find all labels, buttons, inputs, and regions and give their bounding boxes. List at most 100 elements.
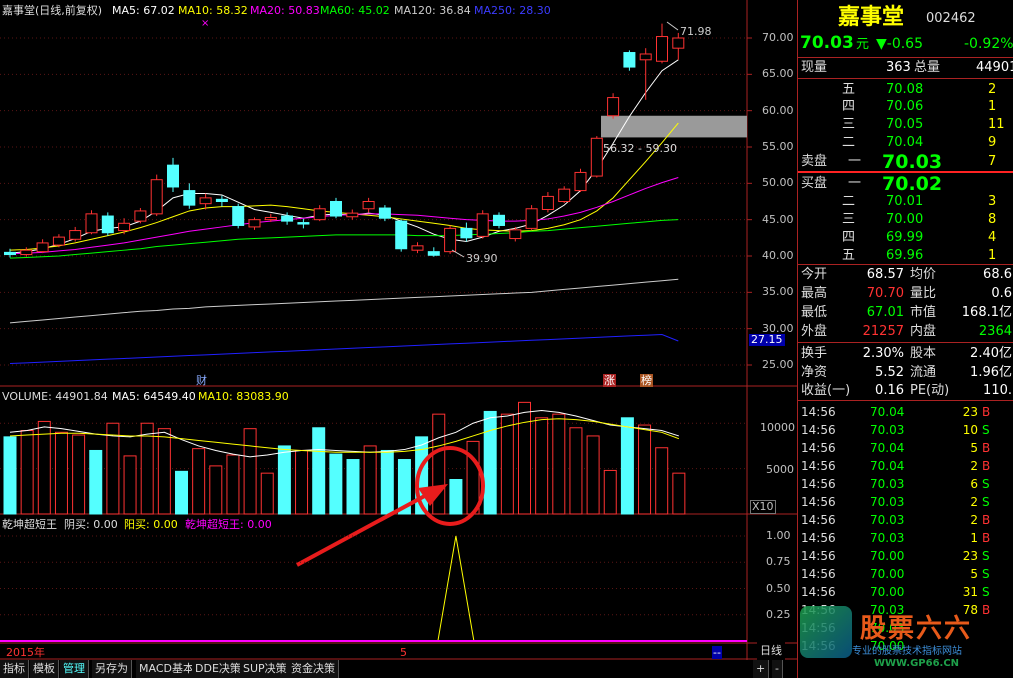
candle-body [134, 210, 147, 222]
buy-level[interactable]: 一 买盘 70.02 [798, 173, 1013, 195]
high-annotation: 71.98 [680, 25, 712, 38]
buy-level[interactable]: 二 70.01 3 [798, 193, 1013, 211]
tick-side: B [982, 405, 991, 419]
sell-level-level: 一 [848, 154, 862, 169]
price-axis-label: 65.00 [762, 67, 794, 81]
buy-level-label: 五 [842, 248, 856, 263]
tab-3[interactable]: 管理 [60, 660, 89, 678]
stat-label: 净资 [801, 364, 828, 380]
tick-price: 70.04 [870, 459, 905, 473]
stat-value: 110. [983, 383, 1012, 398]
buy-level-volume: 8 [988, 212, 997, 227]
candle-body [476, 213, 489, 237]
volume-unit: X10 [750, 500, 776, 514]
tick-volume: 10 [962, 423, 978, 437]
volume-bar [277, 445, 291, 515]
indicator-yang: 阳买: 0.00 [124, 518, 178, 531]
zhang-marker[interactable]: 涨 [603, 374, 616, 387]
stat-value: 2364 [978, 324, 1012, 339]
bang-marker[interactable]: 榜 [640, 374, 653, 387]
tab-7[interactable]: SUP决策 [240, 660, 291, 678]
buy-level-label: 四 [842, 230, 856, 245]
tick-row: 14:56 70.00 5 S [798, 565, 1013, 583]
candle-body [607, 97, 620, 117]
zoom-in-button[interactable]: + [753, 660, 770, 678]
indicator-value: 乾坤超短王: 0.00 [185, 518, 272, 531]
watermark-logo-icon [800, 606, 852, 658]
stat-label: 最低 [801, 305, 828, 320]
candle-body [167, 164, 179, 188]
candle-body [411, 245, 424, 251]
sell-level-label: 五 [842, 82, 856, 97]
tick-side: B [982, 459, 991, 473]
buy-level-level: 一 [848, 176, 862, 191]
indicator-yin: 阴买: 0.00 [64, 518, 118, 531]
tab-6[interactable]: DDE决策 [192, 660, 245, 678]
buy-level-label: 买盘 [801, 176, 828, 191]
sell-level[interactable]: 一 卖盘 70.03 7 [798, 153, 1013, 172]
buy-level[interactable]: 三 70.00 8 [798, 211, 1013, 229]
sell-level-volume: 1 [988, 99, 997, 114]
stock-price: 70.03 [800, 33, 854, 53]
indicator-axis-label: 0.75 [766, 555, 791, 569]
candle-body [558, 188, 571, 203]
tick-volume: 23 [962, 549, 978, 563]
chart-title: 嘉事堂(日线,前复权) [2, 4, 103, 17]
zoom-out-button[interactable]: - [772, 660, 783, 678]
tick-time: 14:56 [801, 477, 836, 491]
time-axis-marker[interactable]: -- [712, 646, 722, 659]
cai-marker[interactable]: 财 [196, 374, 207, 387]
kline-chart-area[interactable]: × [0, 0, 797, 678]
buy-level-price: 70.00 [886, 212, 924, 227]
tab-4[interactable]: 另存为 [92, 660, 132, 678]
candle-body [150, 179, 163, 215]
sell-level[interactable]: 三 70.05 11 [798, 116, 1013, 134]
price-change: ▼-0.65 [876, 36, 923, 52]
low-annotation: 39.90 [466, 252, 498, 265]
sell-level-label: 二 [842, 135, 856, 150]
tick-side: B [982, 531, 991, 545]
candle-body [297, 222, 310, 225]
stat-value: 0.6 [991, 286, 1012, 301]
tab-1[interactable]: 指标 [0, 660, 29, 678]
sell-level[interactable]: 四 70.06 1 [798, 98, 1013, 116]
indicator-name[interactable]: 乾坤超短王 [2, 518, 57, 531]
volume-bar [175, 470, 188, 515]
candle-body [232, 206, 245, 226]
price-axis-label: 45.00 [762, 212, 794, 226]
tab-8[interactable]: 资金决策 [288, 660, 339, 678]
tick-time: 14:56 [801, 405, 836, 419]
ma10-label: MA10: 58.32 [178, 4, 248, 17]
sell-level[interactable]: 五 70.08 2 [798, 81, 1013, 99]
volume-bar [37, 420, 51, 515]
volume-bar [72, 434, 86, 515]
sell-level[interactable]: 二 70.04 9 [798, 134, 1013, 152]
candle-body [20, 249, 33, 256]
period-label[interactable]: 日线 [757, 642, 785, 660]
volume-bar [20, 429, 34, 515]
xianliang-value: 363 [886, 60, 911, 75]
tick-time: 14:56 [801, 567, 836, 581]
zongliang-label: 总量 [914, 60, 941, 75]
tick-row: 14:56 70.04 2 B [798, 457, 1013, 475]
tab-5[interactable]: MACD基本 [136, 660, 198, 678]
buy-level[interactable]: 四 69.99 4 [798, 229, 1013, 247]
candle-body [444, 227, 457, 253]
price-change-pct: -0.92% [964, 36, 1013, 52]
tick-side: B [982, 441, 991, 455]
tab-2[interactable]: 模板 [30, 660, 59, 678]
ma5-label: MA5: 67.02 [112, 4, 175, 17]
volume-bar [500, 413, 514, 515]
volume-bar [243, 428, 257, 515]
buy-level-price: 70.02 [882, 173, 943, 195]
candle-body [69, 230, 82, 240]
stat-label: 今开 [801, 267, 828, 282]
volume-bar [329, 453, 343, 515]
ma120-line [9, 278, 679, 324]
sell-level-volume: 7 [988, 154, 997, 169]
buy-level[interactable]: 五 69.96 1 [798, 247, 1013, 265]
tick-price: 70.00 [870, 585, 905, 599]
stat-value: 68.57 [866, 267, 904, 282]
ma20-label: MA20: 50.83 [250, 4, 320, 17]
candle-body [525, 208, 538, 229]
